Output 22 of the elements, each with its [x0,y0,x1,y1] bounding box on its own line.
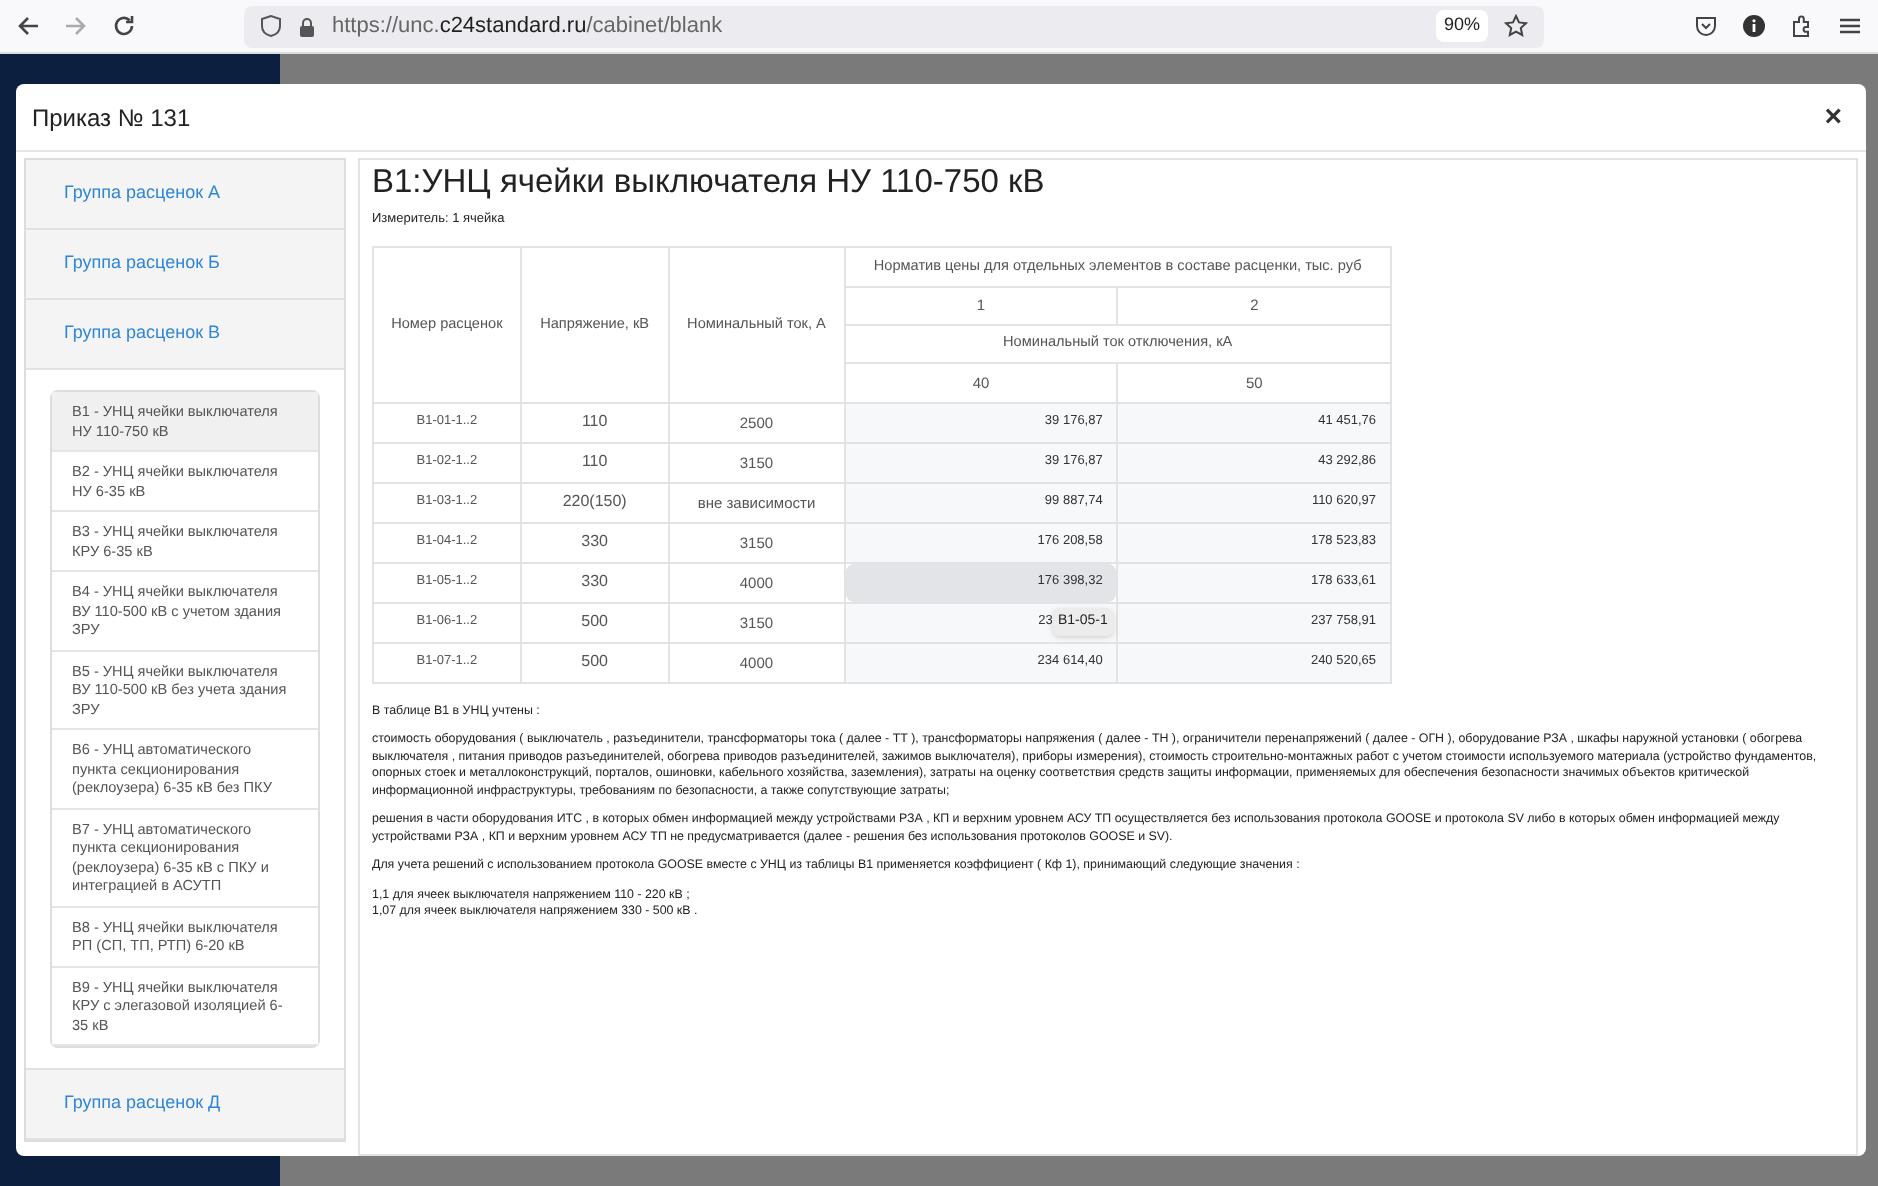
star-icon[interactable] [1504,14,1528,38]
extensions-icon[interactable] [1790,14,1814,38]
section-title: В1:УНЦ ячейки выключателя НУ 110-750 кВ [372,162,1047,204]
table-cell: 500 [520,602,669,643]
modal-title: Приказ № 131 [32,101,191,135]
back-icon[interactable] [16,14,40,38]
table-cell: 500 [520,642,669,683]
menu-icon[interactable] [1838,14,1862,38]
table-cell: 110 [520,402,669,443]
table-cell: 110 [520,442,669,483]
table-cell: 330 [520,562,669,603]
url-text: https://unc.c24standard.ru/cabinet/blank [332,11,723,42]
close-button[interactable]: × [1824,102,1842,132]
address-bar[interactable]: https://unc.c24standard.ru/cabinet/blank 90% [244,5,1544,47]
pocket-icon[interactable] [1694,14,1718,38]
zoom-badge[interactable]: 90% [1435,10,1488,42]
table-cell: 220(150) [520,482,669,523]
shield-icon[interactable] [260,14,282,38]
lock-icon [298,15,316,37]
table-cell: 330 [520,522,669,563]
reload-icon[interactable] [112,14,136,38]
info-icon[interactable] [1742,14,1766,38]
